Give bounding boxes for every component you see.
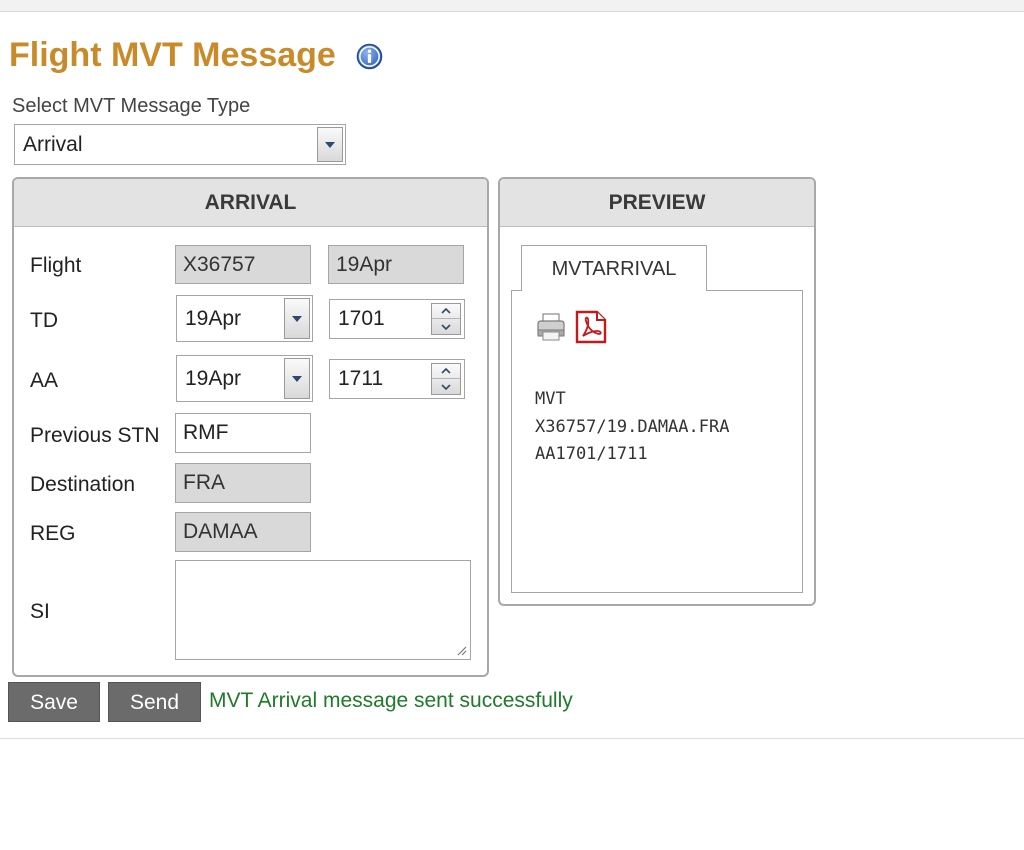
message-type-label: Select MVT Message Type xyxy=(12,95,251,117)
si-label: SI xyxy=(30,600,50,623)
save-button[interactable]: Save xyxy=(8,682,100,722)
top-bar xyxy=(0,0,1024,12)
flight-date-field: 19Apr xyxy=(328,245,464,284)
stepper-up-icon[interactable] xyxy=(432,364,460,379)
chevron-down-icon[interactable] xyxy=(284,298,310,339)
send-button[interactable]: Send xyxy=(108,682,201,722)
td-date-value: 19Apr xyxy=(185,306,242,330)
message-type-select[interactable]: Arrival xyxy=(14,124,346,165)
reg-field: DAMAA xyxy=(175,512,311,552)
td-label: TD xyxy=(30,309,58,332)
print-icon[interactable] xyxy=(534,312,568,342)
td-date-select[interactable]: 19Apr xyxy=(176,295,313,342)
status-message: MVT Arrival message sent successfully xyxy=(209,689,573,712)
flight-date-value: 19Apr xyxy=(336,252,393,276)
td-time-value: 1701 xyxy=(338,307,385,330)
destination-value: FRA xyxy=(183,471,225,494)
preview-message-line: X36757/19.DAMAA.FRA xyxy=(535,417,730,437)
preview-message-line: AA1701/1711 xyxy=(535,444,648,464)
divider xyxy=(0,738,1024,739)
preview-panel-header: PREVIEW xyxy=(500,179,814,227)
reg-label: REG xyxy=(30,522,76,545)
previous-stn-input[interactable]: RMF xyxy=(175,413,311,453)
chevron-down-icon[interactable] xyxy=(317,127,343,162)
aa-date-value: 19Apr xyxy=(185,366,242,390)
flight-label: Flight xyxy=(30,254,82,277)
resize-grip-icon[interactable] xyxy=(455,644,467,656)
preview-message-line: MVT xyxy=(535,389,566,409)
stepper-down-icon[interactable] xyxy=(432,319,460,334)
aa-time-stepper[interactable]: 1711 xyxy=(329,359,465,399)
info-icon[interactable] xyxy=(356,43,383,70)
stepper-down-icon[interactable] xyxy=(432,379,460,394)
chevron-down-icon[interactable] xyxy=(284,358,310,399)
destination-field: FRA xyxy=(175,463,311,503)
aa-date-select[interactable]: 19Apr xyxy=(176,355,313,402)
page-title: Flight MVT Message xyxy=(9,36,336,74)
flight-number-field: X36757 xyxy=(175,245,311,284)
destination-label: Destination xyxy=(30,473,136,496)
previous-stn-label: Previous STN xyxy=(30,424,160,447)
aa-label: AA xyxy=(30,369,59,392)
pdf-icon[interactable] xyxy=(573,310,607,344)
message-type-value: Arrival xyxy=(23,132,83,156)
reg-value: DAMAA xyxy=(183,520,258,543)
aa-time-value: 1711 xyxy=(338,367,384,390)
previous-stn-value: RMF xyxy=(183,421,229,444)
flight-number-value: X36757 xyxy=(183,252,256,276)
tab-mvtarrival[interactable]: MVTARRIVAL xyxy=(521,245,707,291)
stepper-up-icon[interactable] xyxy=(432,304,460,319)
td-time-stepper[interactable]: 1701 xyxy=(329,299,465,339)
si-textarea[interactable] xyxy=(175,560,471,660)
arrival-panel-header: ARRIVAL xyxy=(14,179,487,227)
